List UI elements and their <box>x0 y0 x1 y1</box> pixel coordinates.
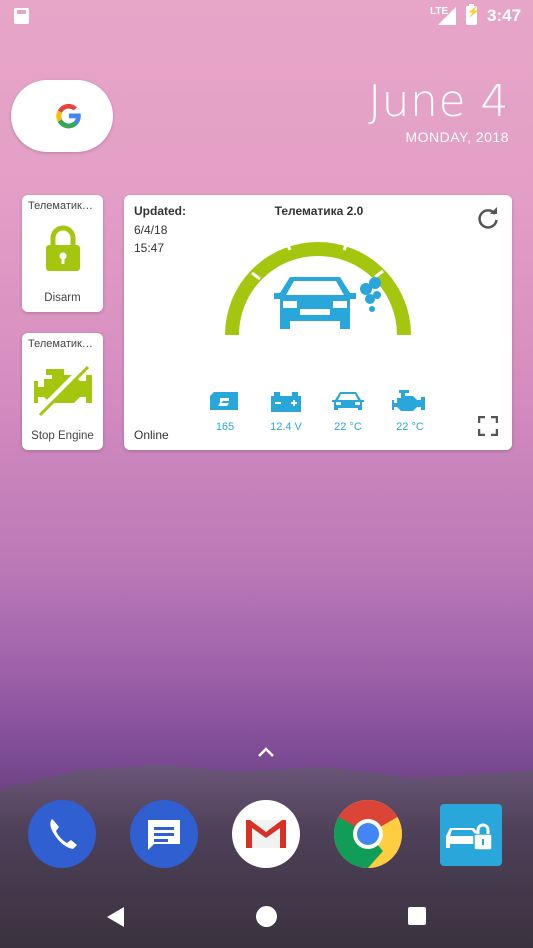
widget-title: Телематика 2.0 <box>274 204 364 218</box>
engine-off-icon <box>34 362 92 417</box>
car-temp-icon <box>332 392 364 410</box>
car-temp-value: 22 °C <box>334 421 362 433</box>
stop-engine-widget[interactable]: Телематик… Stop Engine <box>22 333 103 450</box>
widget-label: Stop Engine <box>31 430 94 442</box>
fuel-metric: 165 <box>200 390 250 433</box>
updated-label: Updated: <box>134 204 186 218</box>
fuel-value: 165 <box>215 421 235 433</box>
fuel-icon <box>210 392 238 410</box>
refresh-icon[interactable] <box>476 207 500 231</box>
chrome-app-icon[interactable] <box>334 800 402 868</box>
google-logo-icon <box>56 103 81 129</box>
lock-icon <box>46 225 80 271</box>
engine-temp-icon <box>392 390 425 411</box>
car-status-gauge <box>225 240 411 336</box>
widget-title: Телематик… <box>28 200 93 212</box>
google-search-widget[interactable] <box>11 80 113 152</box>
messages-app-icon[interactable] <box>130 800 198 868</box>
date-widget[interactable]: June 4 MONDAY, 2018 <box>368 76 509 145</box>
date-weekday-year: MONDAY, 2018 <box>405 129 509 145</box>
telematics-app-icon[interactable] <box>440 804 502 866</box>
battery-icon <box>271 392 301 412</box>
back-icon[interactable] <box>106 906 126 928</box>
home-icon[interactable] <box>256 906 277 927</box>
chevron-up-icon[interactable] <box>257 746 275 758</box>
updated-time: 15:47 <box>134 241 165 255</box>
widget-title: Телематик… <box>28 338 93 350</box>
disarm-widget[interactable]: Телематик… Disarm <box>22 195 103 312</box>
engine-temp-value: 22 °C <box>396 421 424 433</box>
clock: 3:47 <box>487 6 522 25</box>
car-front-icon <box>274 277 356 329</box>
widget-label: Disarm <box>44 292 81 304</box>
battery-value: 12.4 V <box>270 421 302 433</box>
date-day: June 4 <box>368 76 509 127</box>
battery-charging-icon <box>466 4 479 25</box>
recents-icon[interactable] <box>408 907 426 925</box>
telematics-widget[interactable]: Updated: 6/4/18 15:47 Телематика 2.0 165… <box>124 195 512 450</box>
battery-metric: 12.4 V <box>261 390 311 433</box>
car-temp-metric: 22 °C <box>323 390 373 433</box>
engine-temp-metric: 22 °C <box>385 390 435 433</box>
updated-date: 6/4/18 <box>134 223 168 237</box>
connection-status: Online <box>134 428 169 442</box>
fullscreen-icon[interactable] <box>478 416 498 436</box>
navigation-bar <box>0 895 533 939</box>
gmail-app-icon[interactable] <box>232 800 300 868</box>
phone-app-icon[interactable] <box>28 800 96 868</box>
sd-card-icon <box>14 8 29 24</box>
status-bar: LTE 3:47 <box>0 0 533 32</box>
exhaust-smoke-icon <box>360 277 381 312</box>
signal-icon <box>438 7 456 25</box>
